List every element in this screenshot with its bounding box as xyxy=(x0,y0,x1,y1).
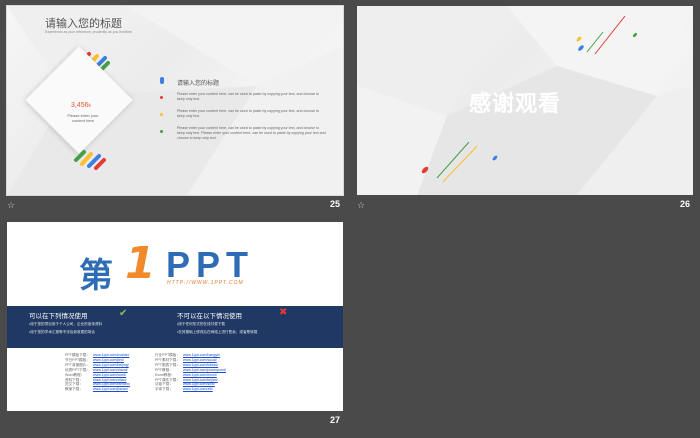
slide-footer-25: ☆ 25 xyxy=(7,195,343,221)
slide-thumbnail-27[interactable]: 第 1 PPT HTTP://WWW.1PPT.COM 可以在下列情况使用 ✔ … xyxy=(7,222,343,411)
slide-footer-26: ☆ 26 xyxy=(357,195,693,221)
heading-bullet xyxy=(160,77,164,84)
slide-number: 27 xyxy=(329,415,340,425)
logo-one: 1 xyxy=(125,238,156,289)
stat-caption: Please enter your content here xyxy=(67,113,99,123)
allowed-item-1: •用于您的项目用于个人公司，企业的宣传资料 xyxy=(29,322,103,326)
link-row[interactable]: 字体下载： www.1ppt.com/ziti/ xyxy=(155,387,226,392)
bullet-yellow xyxy=(160,113,163,116)
cross-icon: ✖ xyxy=(279,307,288,318)
content-heading: 请输入您的标题 xyxy=(177,81,220,87)
slide-thumbnail-26[interactable]: 感谢观看 xyxy=(357,6,693,195)
stat-value: 3,456k xyxy=(71,102,92,109)
logo-prefix: 第 xyxy=(79,257,113,295)
forbidden-item-1: •用于任何形式的在线付费下载 xyxy=(177,322,225,326)
slide-thumbnail-25[interactable]: 请输入您的标题 Experience as your reference, pr… xyxy=(6,5,344,196)
slide-footer-27: 27 xyxy=(7,411,343,437)
bullet-green xyxy=(160,130,163,133)
check-icon: ✔ xyxy=(119,308,128,319)
slide-title: 请输入您的标题 xyxy=(45,18,122,30)
links-left: PPT模板下载： www.1ppt.com/moban/ 节日PPT模板： www.… xyxy=(65,353,130,392)
bullet-red xyxy=(160,96,163,99)
link-row[interactable]: 教案下载： www.1ppt.com/jiaoan/ xyxy=(65,387,130,392)
slide-number: 26 xyxy=(679,199,690,209)
slide-number: 25 xyxy=(329,199,340,209)
paragraph-2: Please enter your content here, can be u… xyxy=(177,109,320,118)
allowed-item-2: •用于您的学术汇报等不涉及到收费的场合 xyxy=(29,330,95,334)
links-right: 行业PPT模板： www.1ppt.com/hangye/ PPT素材下载： www… xyxy=(155,353,226,392)
color-stripes-bottom xyxy=(74,150,106,170)
forbidden-item-2: •在其基础上修改后在网络上进行售卖，或者是转载 xyxy=(177,330,258,334)
star-icon[interactable]: ☆ xyxy=(357,201,365,210)
slide-subtitle: Experience as your reference, prudently … xyxy=(45,30,132,34)
logo-url: HTTP://WWW.1PPT.COM xyxy=(167,280,244,286)
paragraph-1: Please enter your content here, can be u… xyxy=(177,92,320,101)
thanks-text: 感谢观看 xyxy=(469,91,562,116)
usage-band: 可以在下列情况使用 ✔ •用于您的项目用于个人公司，企业的宣传资料 •用于您的学… xyxy=(7,306,343,348)
paragraph-3: Please enter your content here, can be u… xyxy=(177,126,326,140)
star-icon[interactable]: ☆ xyxy=(7,201,15,210)
allowed-heading: 可以在下列情况使用 xyxy=(29,313,88,320)
forbidden-heading: 不可以在以下情况使用 xyxy=(177,313,242,320)
